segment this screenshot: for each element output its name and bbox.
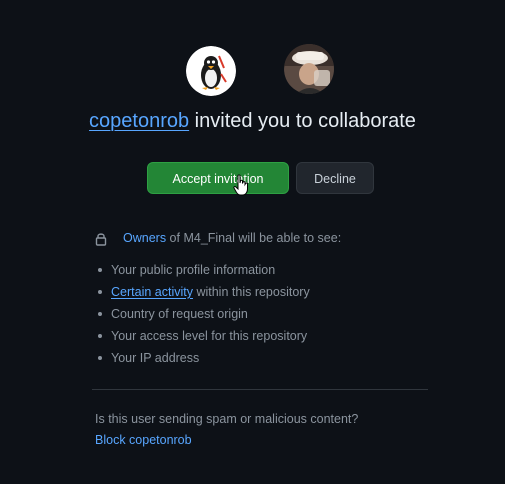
page-title: copetonrob invited you to collaborate: [0, 110, 505, 133]
penguin-avatar-icon[interactable]: [186, 46, 236, 96]
invitation-page: copetonrob invited you to collaborate Ac…: [0, 0, 505, 484]
accept-invitation-button[interactable]: Accept invitation: [147, 162, 289, 194]
list-item: Certain activity within this repository: [97, 284, 310, 306]
notice-text: of M4_Final will be able to see:: [166, 231, 342, 245]
lock-icon: [95, 233, 107, 246]
hand-pointer-icon: [233, 174, 248, 196]
decline-button[interactable]: Decline: [296, 162, 374, 194]
user-photo-avatar-icon[interactable]: [284, 44, 334, 94]
list-item: Your public profile information: [97, 262, 310, 284]
list-item: Country of request origin: [97, 306, 310, 328]
invite-text: invited you to collaborate: [189, 110, 416, 132]
avatars-row: [0, 44, 505, 98]
permissions-list: Your public profile information Certain …: [97, 262, 310, 372]
list-item: Your access level for this repository: [97, 328, 310, 350]
list-item: Your IP address: [97, 350, 310, 372]
certain-activity-link[interactable]: Certain activity: [111, 285, 193, 299]
block-user-link[interactable]: Block copetonrob: [95, 433, 192, 447]
spam-question: Is this user sending spam or malicious c…: [95, 412, 359, 426]
inviter-username-link[interactable]: copetonrob: [89, 110, 189, 132]
owners-link[interactable]: Owners: [123, 231, 166, 245]
divider: [92, 389, 428, 390]
